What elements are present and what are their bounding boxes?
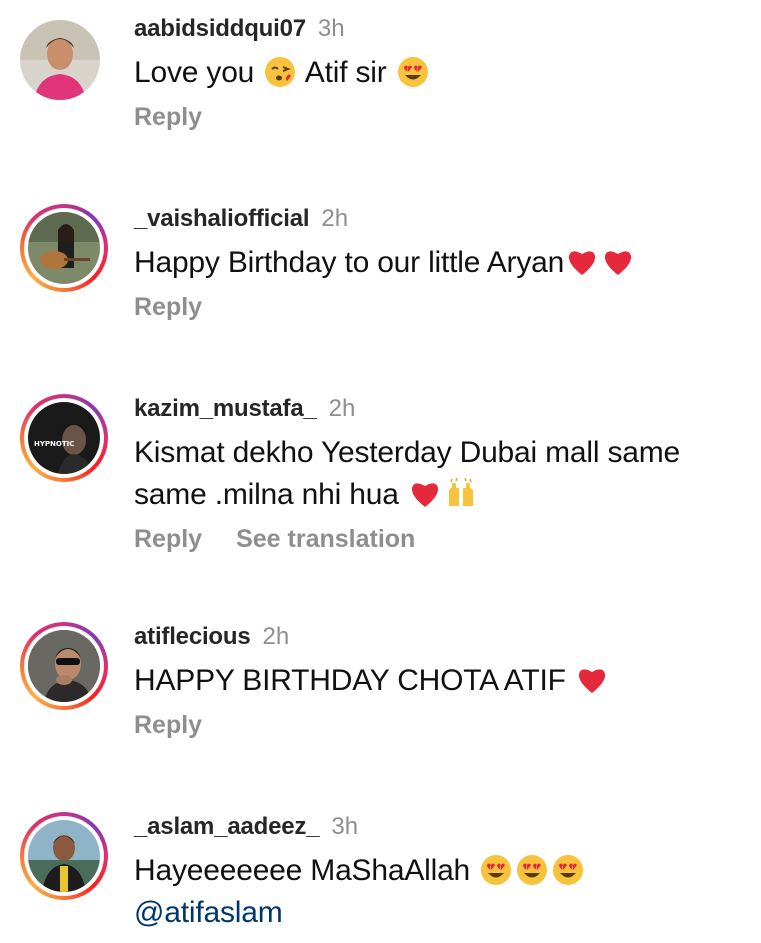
comment-text: Love you Atif sir — [134, 52, 744, 94]
comment-text: Hayeeeeeee MaShaAllah @atifaslam — [134, 850, 744, 934]
comment-timestamp: 2h — [262, 623, 290, 650]
profile-photo — [28, 820, 100, 892]
profile-photo — [28, 630, 100, 702]
comment-username[interactable]: atiflecious — [134, 623, 251, 650]
comment-text: HAPPY BIRTHDAY CHOTA ATIF — [134, 660, 744, 702]
see-translation-button[interactable]: See translation — [236, 524, 415, 554]
avatar[interactable] — [20, 812, 108, 900]
red-heart-emoji — [409, 478, 441, 510]
reply-button[interactable]: Reply — [134, 710, 202, 740]
red-heart-emoji — [602, 246, 634, 278]
heart-eyes-emoji — [552, 854, 584, 886]
profile-photo: HYPNOTIC — [28, 402, 100, 474]
comment-username[interactable]: _vaishaliofficial — [134, 205, 310, 232]
reply-button[interactable]: Reply — [134, 292, 202, 322]
raising-hands-emoji — [445, 478, 477, 510]
profile-photo — [20, 20, 100, 100]
profile-photo — [28, 212, 100, 284]
red-heart-emoji — [576, 664, 608, 696]
avatar[interactable]: HYPNOTIC — [20, 394, 108, 482]
avatar[interactable] — [20, 20, 108, 108]
mention-link[interactable]: @atifaslam — [134, 896, 283, 929]
avatar[interactable] — [20, 622, 108, 710]
comment-timestamp: 3h — [317, 15, 345, 42]
comment-username[interactable]: _aslam_aadeez_ — [134, 813, 320, 840]
heart-eyes-emoji — [397, 56, 429, 88]
comment-username[interactable]: kazim_mustafa_ — [134, 395, 317, 422]
avatar[interactable] — [20, 204, 108, 292]
comment-text: Happy Birthday to our little Aryan — [134, 242, 744, 284]
reply-button[interactable]: Reply — [134, 102, 202, 132]
comment-username[interactable]: aabidsiddqui07 — [134, 15, 306, 42]
reply-button[interactable]: Reply — [134, 524, 202, 554]
red-heart-emoji — [566, 246, 598, 278]
comment-text: Kismat dekho Yesterday Dubai mall same s… — [134, 436, 681, 511]
kissing-face-emoji — [264, 56, 296, 88]
avatar-text: HYPNOTIC — [34, 440, 74, 448]
heart-eyes-emoji — [516, 854, 548, 886]
comment-timestamp: 2h — [328, 395, 356, 422]
comment-timestamp: 3h — [331, 813, 359, 840]
heart-eyes-emoji — [480, 854, 512, 886]
comment-timestamp: 2h — [321, 205, 349, 232]
